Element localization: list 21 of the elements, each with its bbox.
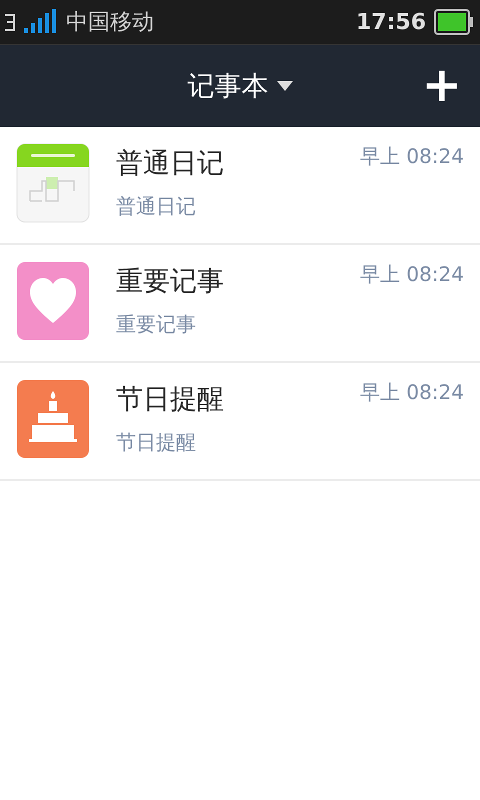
cake-icon <box>16 379 90 461</box>
note-time: 早上 08:24 <box>360 143 464 170</box>
calendar-icon <box>16 143 90 225</box>
carrier-name: 中国移动 <box>66 9 154 37</box>
caret-icon <box>276 81 292 91</box>
note-subtitle: 普通日记 <box>116 193 197 220</box>
note-row[interactable]: 普通日记 普通日记 早上 08:24 <box>0 127 480 245</box>
note-subtitle: 重要记事 <box>116 311 197 338</box>
note-title: 节日提醒 <box>116 383 224 417</box>
clock-time: 17:56 <box>356 10 426 34</box>
note-row[interactable]: 节日提醒 节日提醒 早上 08:24 <box>0 363 480 481</box>
note-subtitle: 节日提醒 <box>116 429 197 456</box>
signal-icon <box>24 9 58 35</box>
battery-icon <box>434 9 474 35</box>
note-title: 普通日记 <box>116 147 224 181</box>
add-button[interactable]: + <box>422 65 462 105</box>
note-title: 重要记事 <box>116 265 224 299</box>
note-time: 早上 08:24 <box>360 261 464 288</box>
notebook-menu[interactable]: 记事本 <box>188 68 292 104</box>
note-row[interactable]: 重要记事 重要记事 早上 08:24 <box>0 245 480 363</box>
note-time: 早上 08:24 <box>360 379 464 406</box>
